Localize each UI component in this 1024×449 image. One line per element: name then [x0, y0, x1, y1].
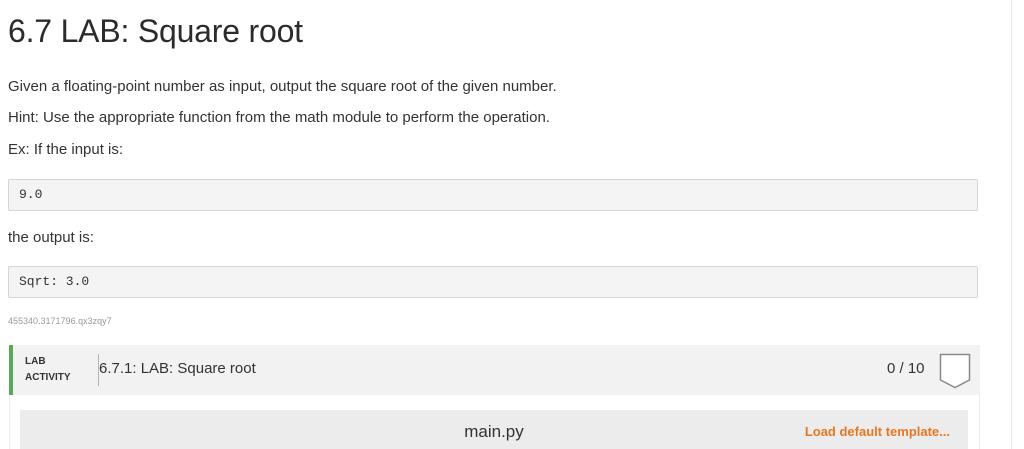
example-input-text: 9.0: [19, 187, 43, 202]
example-intro: Ex: If the input is:: [8, 141, 124, 158]
example-output-box: Sqrt: 3.0: [8, 266, 978, 298]
lab-tag-line2: ACTIVITY: [25, 372, 71, 383]
lab-activity-tag: LAB ACTIVITY: [25, 354, 71, 386]
page-title: 6.7 LAB: Square root: [8, 13, 303, 49]
content-hash-id: 455340.3171796.qx3zqy7: [8, 316, 112, 326]
lab-activity-header: LAB ACTIVITY 6.7.1: LAB: Square root 0 /…: [9, 345, 980, 395]
output-intro: the output is:: [8, 229, 94, 246]
editor-file-bar: main.py Load default template...: [20, 410, 968, 449]
completion-badge-icon: [939, 353, 971, 389]
example-input-box: 9.0: [8, 179, 978, 211]
lab-activity-title: 6.7.1: LAB: Square root: [99, 360, 256, 377]
example-output-text: Sqrt: 3.0: [19, 274, 90, 289]
lab-tag-line1: LAB: [25, 356, 46, 367]
load-default-template-link[interactable]: Load default template...: [805, 423, 950, 441]
lab-score: 0 / 10: [887, 360, 925, 377]
page-right-border: [1011, 0, 1012, 449]
problem-hint: Hint: Use the appropriate function from …: [8, 109, 550, 126]
problem-description: Given a floating-point number as input, …: [8, 78, 557, 95]
